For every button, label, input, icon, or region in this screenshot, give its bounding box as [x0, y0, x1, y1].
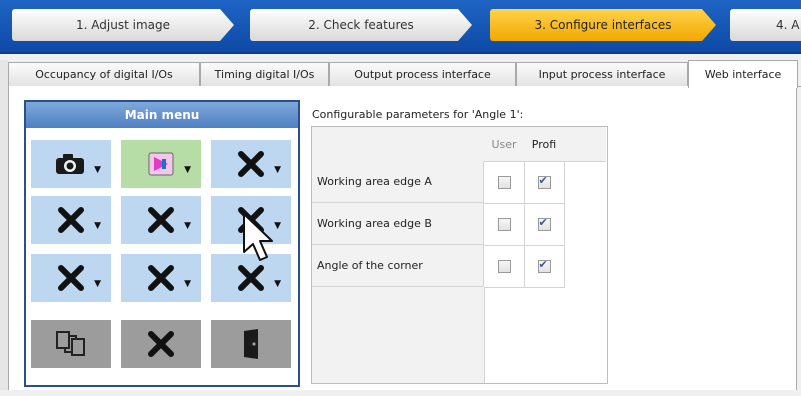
chevron-down-icon: ▼ [94, 221, 101, 231]
chevron-down-icon: ▼ [94, 279, 101, 289]
user-checkbox[interactable] [497, 259, 511, 273]
camera-button[interactable]: ▼ [31, 140, 111, 188]
tab-timing-digital-ios[interactable]: Timing digital I/Os [200, 62, 329, 86]
params-corner-header [312, 127, 485, 162]
wizard-step-4[interactable]: 4. A [730, 9, 801, 41]
column-header-user: User [484, 127, 525, 162]
camera-icon [56, 154, 84, 174]
x-icon [58, 265, 84, 291]
disabled-button[interactable]: ▼ [31, 254, 111, 302]
profi-cell [524, 161, 565, 204]
color-picker-icon [148, 152, 174, 176]
disabled-button[interactable] [121, 320, 201, 368]
params-table: User Profi Working area edge A Working a… [311, 126, 608, 384]
tab-input-process-interface[interactable]: Input process interface [516, 62, 688, 86]
x-icon [148, 331, 174, 357]
param-row-label: Working area edge A [312, 161, 484, 203]
x-icon [148, 207, 174, 233]
wizard-bar: 1. Adjust image 2. Check features 3. Con… [0, 0, 801, 54]
chevron-down-icon: ▼ [94, 165, 101, 175]
param-row-label: Working area edge B [312, 203, 484, 245]
disabled-button[interactable]: ▼ [211, 140, 291, 188]
x-icon [148, 265, 174, 291]
tab-label: Input process interface [538, 68, 666, 81]
tab-label: Web interface [704, 68, 782, 81]
chevron-down-icon: ▼ [184, 279, 191, 289]
swap-documents-icon [56, 331, 85, 356]
column-header-profi: Profi [524, 127, 565, 162]
chevron-down-icon: ▼ [274, 279, 281, 289]
tab-output-process-interface[interactable]: Output process interface [329, 62, 516, 86]
disabled-button[interactable]: ▼ [121, 196, 201, 244]
wizard-step-adjust-image[interactable]: 1. Adjust image [12, 9, 234, 41]
profi-cell [524, 245, 565, 288]
tab-label: Timing digital I/Os [214, 68, 315, 81]
disabled-button[interactable]: ▼ [121, 254, 201, 302]
mouse-cursor-icon [243, 213, 273, 261]
user-checkbox[interactable] [497, 175, 511, 189]
tab-bar: Occupancy of digital I/Os Timing digital… [8, 60, 801, 88]
main-menu-title: Main menu [26, 102, 298, 128]
disabled-button[interactable]: ▼ [31, 196, 111, 244]
tab-label: Occupancy of digital I/Os [35, 68, 173, 81]
column-header-empty [564, 127, 606, 162]
chevron-down-icon: ▼ [274, 165, 281, 175]
params-empty-area [312, 287, 485, 383]
wizard-step-label: 1. Adjust image [76, 18, 170, 32]
door-exit-icon [244, 329, 258, 359]
param-row-label: Angle of the corner [312, 245, 484, 287]
tab-label: Output process interface [354, 68, 491, 81]
profi-cell [524, 203, 565, 246]
tab-occupancy-digital-ios[interactable]: Occupancy of digital I/Os [8, 62, 200, 86]
wizard-step-label: 4. A [776, 18, 800, 32]
user-cell [484, 203, 525, 246]
profi-checkbox[interactable] [537, 216, 551, 231]
swap-button[interactable] [31, 320, 111, 368]
params-title: Configurable parameters for 'Angle 1': [312, 108, 524, 121]
tab-web-interface[interactable]: Web interface [688, 60, 798, 88]
user-cell [484, 161, 525, 204]
wizard-step-label: 3. Configure interfaces [534, 18, 672, 32]
chevron-down-icon: ▼ [184, 165, 191, 175]
x-icon [238, 151, 264, 177]
color-picker-button[interactable]: ▼ [121, 140, 201, 188]
user-checkbox[interactable] [497, 217, 511, 231]
left-edge [0, 60, 8, 390]
x-icon [58, 207, 84, 233]
chevron-down-icon: ▼ [184, 221, 191, 231]
wizard-step-check-features[interactable]: 2. Check features [250, 9, 472, 41]
user-cell [484, 245, 525, 288]
profi-checkbox[interactable] [537, 174, 551, 189]
profi-checkbox[interactable] [537, 258, 551, 273]
exit-button[interactable] [211, 320, 291, 368]
wizard-step-label: 2. Check features [308, 18, 414, 32]
wizard-step-configure-interfaces[interactable]: 3. Configure interfaces [490, 9, 716, 41]
